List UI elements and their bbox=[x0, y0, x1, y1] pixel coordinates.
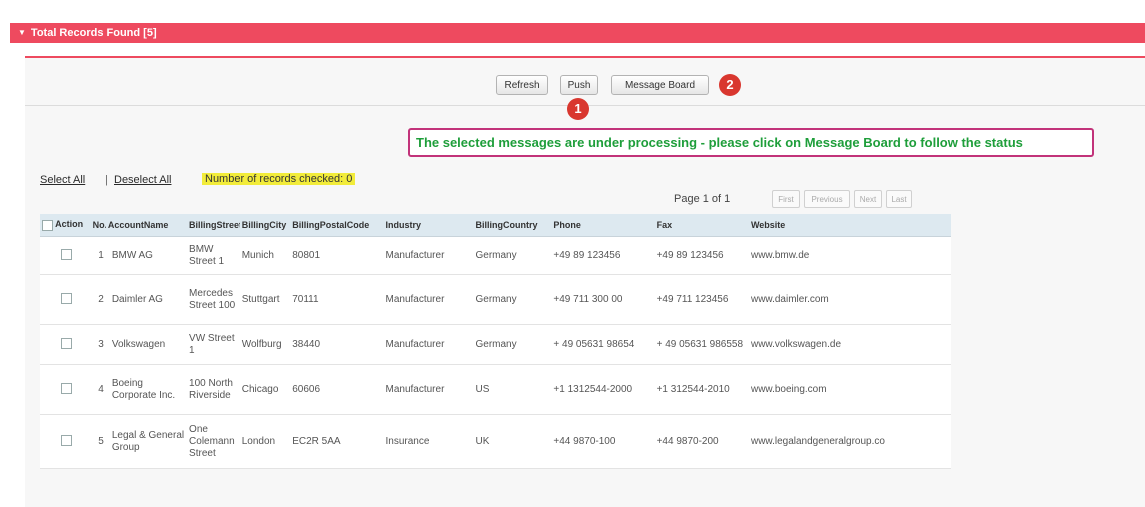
push-button[interactable]: Push bbox=[560, 75, 598, 95]
records-checked-count: Number of records checked: 0 bbox=[202, 173, 356, 185]
cell-phone: +49 89 123456 bbox=[551, 236, 655, 275]
cell-billing-country: Germany bbox=[473, 274, 552, 325]
row-checkbox-cell bbox=[40, 324, 93, 365]
column-header-billingcountry[interactable]: BillingCountry bbox=[473, 214, 552, 237]
row-checkbox-cell bbox=[40, 274, 93, 325]
cell-fax: +49 711 123456 bbox=[654, 274, 749, 325]
cell-no: 2 bbox=[92, 274, 106, 325]
records-header[interactable]: ▼ Total Records Found [5] bbox=[10, 23, 1145, 43]
cell-phone: +44 9870-100 bbox=[551, 414, 655, 469]
row-checkbox[interactable] bbox=[60, 435, 72, 447]
row-checkbox-cell bbox=[40, 364, 93, 415]
cell-industry: Manufacturer bbox=[383, 236, 474, 275]
column-header-no[interactable]: No. bbox=[92, 214, 106, 237]
cell-billing-postal: 70111 bbox=[290, 274, 384, 325]
next-page-button[interactable]: Next bbox=[854, 190, 882, 208]
last-page-button[interactable]: Last bbox=[886, 190, 912, 208]
first-page-button[interactable]: First bbox=[772, 190, 800, 208]
cell-industry: Manufacturer bbox=[383, 364, 474, 415]
cell-billing-city: London bbox=[239, 414, 291, 469]
cell-billing-city: Wolfburg bbox=[239, 324, 291, 365]
cell-fax: +1 312544-2010 bbox=[654, 364, 749, 415]
cell-billing-street: 100 North Riverside bbox=[187, 364, 240, 415]
row-checkbox[interactable] bbox=[60, 383, 72, 395]
row-checkbox-cell bbox=[40, 236, 93, 275]
accounts-table: Action No. AccountName BillingStreet Bil… bbox=[40, 214, 951, 469]
cell-billing-city: Munich bbox=[239, 236, 291, 275]
cell-billing-street: One Colemann Street bbox=[187, 414, 240, 469]
column-header-action[interactable]: Action bbox=[40, 214, 93, 237]
cell-billing-country: UK bbox=[473, 414, 552, 469]
table-header-row: Action No. AccountName BillingStreet Bil… bbox=[40, 214, 951, 237]
cell-website: www.daimler.com bbox=[748, 274, 951, 325]
column-header-billingpostalcode[interactable]: BillingPostalCode bbox=[290, 214, 384, 237]
cell-billing-country: US bbox=[473, 364, 552, 415]
cell-account-name: Legal & General Group bbox=[105, 414, 188, 469]
cell-account-name: Volkswagen bbox=[105, 324, 188, 365]
records-header-title: Total Records Found [5] bbox=[30, 27, 157, 39]
cell-billing-street: Mercedes Street 100 bbox=[187, 274, 240, 325]
cell-billing-street: VW Street 1 bbox=[187, 324, 240, 365]
cell-billing-postal: 38440 bbox=[290, 324, 384, 365]
callout-marker-1: 1 bbox=[567, 98, 589, 120]
cell-no: 4 bbox=[92, 364, 106, 415]
cell-billing-street: BMW Street 1 bbox=[187, 236, 240, 275]
table-row: 3 Volkswagen VW Street 1 Wolfburg 38440 … bbox=[40, 324, 951, 365]
table-row: 5 Legal & General Group One Colemann Str… bbox=[40, 414, 951, 469]
column-header-billingstreet[interactable]: BillingStreet bbox=[187, 214, 240, 237]
column-header-website[interactable]: Website bbox=[748, 214, 951, 237]
cell-industry: Manufacturer bbox=[383, 274, 474, 325]
cell-no: 5 bbox=[92, 414, 106, 469]
table-row: 4 Boeing Corporate Inc. 100 North Rivers… bbox=[40, 364, 951, 415]
column-header-billingcity[interactable]: BillingCity bbox=[239, 214, 291, 237]
callout-marker-2: 2 bbox=[719, 74, 741, 96]
column-header-phone[interactable]: Phone bbox=[551, 214, 655, 237]
select-all-checkbox[interactable] bbox=[42, 219, 53, 231]
cell-phone: +49 711 300 00 bbox=[551, 274, 655, 325]
previous-page-button[interactable]: Previous bbox=[804, 190, 850, 208]
cell-no: 3 bbox=[92, 324, 106, 365]
cell-billing-postal: 60606 bbox=[290, 364, 384, 415]
row-checkbox-cell bbox=[40, 414, 93, 469]
cell-website: www.legalandgeneralgroup.co bbox=[748, 414, 951, 469]
page-indicator: Page 1 of 1 bbox=[674, 193, 731, 205]
column-header-accountname[interactable]: AccountName bbox=[105, 214, 188, 237]
cell-no: 1 bbox=[92, 236, 106, 275]
cell-website: www.boeing.com bbox=[748, 364, 951, 415]
collapse-triangle-icon[interactable]: ▼ bbox=[18, 23, 26, 43]
cell-billing-postal: 80801 bbox=[290, 236, 384, 275]
cell-website: www.volkswagen.de bbox=[748, 324, 951, 365]
row-checkbox[interactable] bbox=[60, 338, 72, 350]
cell-website: www.bmw.de bbox=[748, 236, 951, 275]
cell-industry: Manufacturer bbox=[383, 324, 474, 365]
table-row: 2 Daimler AG Mercedes Street 100 Stuttga… bbox=[40, 274, 951, 325]
row-checkbox[interactable] bbox=[60, 293, 72, 305]
cell-billing-city: Stuttgart bbox=[239, 274, 291, 325]
status-message: The selected messages are under processi… bbox=[408, 128, 1094, 157]
cell-account-name: Boeing Corporate Inc. bbox=[105, 364, 188, 415]
column-header-industry[interactable]: Industry bbox=[383, 214, 474, 237]
refresh-button[interactable]: Refresh bbox=[496, 75, 548, 95]
cell-phone: +1 1312544-2000 bbox=[551, 364, 655, 415]
message-board-button[interactable]: Message Board bbox=[611, 75, 709, 95]
cell-billing-city: Chicago bbox=[239, 364, 291, 415]
cell-billing-country: Germany bbox=[473, 324, 552, 365]
select-all-link[interactable]: Select All bbox=[40, 174, 85, 186]
deselect-all-link[interactable]: Deselect All bbox=[114, 174, 171, 186]
cell-fax: + 49 05631 986558 bbox=[654, 324, 749, 365]
cell-fax: +49 89 123456 bbox=[654, 236, 749, 275]
cell-account-name: BMW AG bbox=[105, 236, 188, 275]
cell-industry: Insurance bbox=[383, 414, 474, 469]
cell-phone: + 49 05631 98654 bbox=[551, 324, 655, 365]
row-checkbox[interactable] bbox=[60, 249, 72, 261]
table-row: 1 BMW AG BMW Street 1 Munich 80801 Manuf… bbox=[40, 236, 951, 275]
cell-billing-postal: EC2R 5AA bbox=[290, 414, 384, 469]
cell-fax: +44 9870-200 bbox=[654, 414, 749, 469]
selection-separator: | bbox=[105, 174, 108, 186]
cell-account-name: Daimler AG bbox=[105, 274, 188, 325]
column-header-fax[interactable]: Fax bbox=[654, 214, 749, 237]
cell-billing-country: Germany bbox=[473, 236, 552, 275]
